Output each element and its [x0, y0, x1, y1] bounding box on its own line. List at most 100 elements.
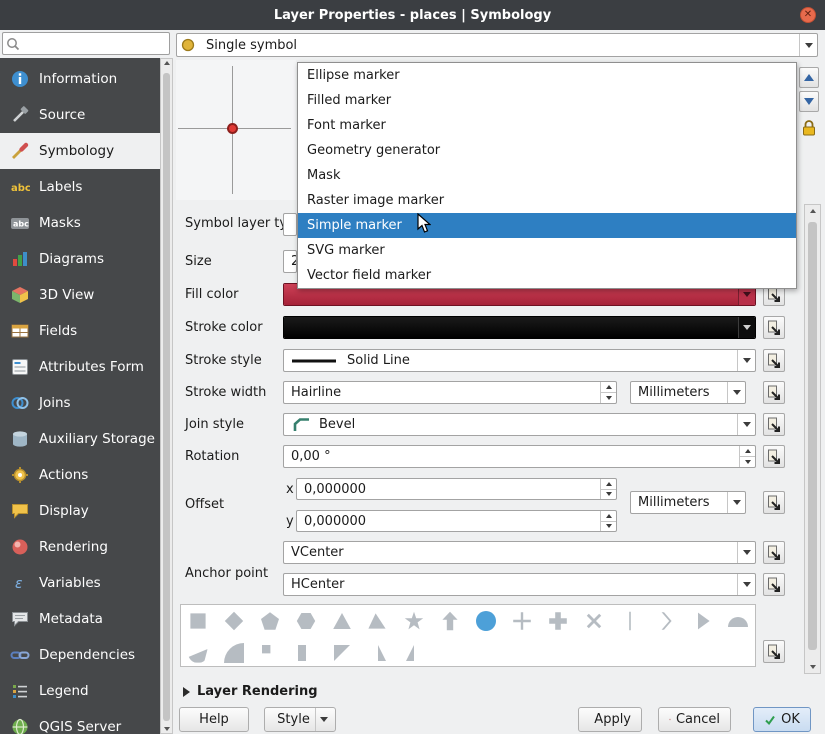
stroke-width-spinbox[interactable]: Hairline [283, 381, 617, 404]
renderer-combo[interactable]: Single symbol [176, 33, 818, 57]
dropdown-item-simple-marker[interactable]: Simple marker [298, 213, 796, 238]
shape-equilateral-triangle[interactable] [368, 611, 388, 631]
sidebar-item-legend[interactable]: Legend [0, 673, 160, 709]
move-layer-up-button[interactable] [799, 67, 819, 88]
dropdown-item-ellipse-marker[interactable]: Ellipse marker [298, 63, 796, 88]
spin-up-button[interactable] [601, 479, 616, 489]
anchor-horizontal-arrow[interactable] [737, 574, 755, 595]
anchor-vertical-arrow[interactable] [737, 542, 755, 563]
shape-quarter-circle[interactable] [224, 643, 244, 663]
stroke-style-arrow[interactable] [737, 350, 755, 371]
scroll-up-icon[interactable] [805, 209, 820, 213]
shape-third-circle[interactable] [188, 643, 208, 663]
spin-up-button[interactable] [740, 446, 755, 456]
stroke-width-spin-buttons[interactable] [600, 382, 616, 403]
stroke-style-combo[interactable]: Solid Line [283, 349, 756, 372]
shape-quarter-square[interactable] [260, 643, 280, 663]
shape-right-half-triangle[interactable] [368, 643, 388, 663]
data-defined-override-button[interactable] [763, 349, 785, 372]
lock-icon[interactable] [800, 119, 818, 137]
anchor-horizontal-combo[interactable]: HCenter [283, 573, 756, 596]
style-menu-arrow[interactable] [315, 708, 333, 731]
sidebar-item-fields[interactable]: Fields [0, 313, 160, 349]
data-defined-override-button[interactable] [763, 413, 785, 436]
data-defined-override-button[interactable] [763, 445, 785, 468]
stroke-color-button[interactable] [283, 316, 756, 339]
shape-circle-selected[interactable] [476, 611, 496, 631]
sidebar-item-variables[interactable]: ε Variables [0, 565, 160, 601]
layer-rendering-section[interactable]: Layer Rendering [197, 684, 318, 699]
shape-cross-fill[interactable] [548, 611, 568, 631]
sidebar-item-display[interactable]: Display [0, 493, 160, 529]
size-spinbox[interactable]: 2 [283, 250, 297, 273]
offset-unit-arrow[interactable] [727, 492, 745, 513]
shape-star[interactable] [404, 611, 424, 631]
stroke-color-dropdown-arrow[interactable] [738, 317, 755, 338]
titlebar[interactable]: Layer Properties - places | Symbology ✕ [0, 0, 825, 30]
rotation-spinbox[interactable]: 0,00 ° [283, 445, 756, 468]
sidebar-item-metadata[interactable]: Metadata [0, 601, 160, 637]
sidebar-item-source[interactable]: Source [0, 97, 160, 133]
sidebar-item-actions[interactable]: Actions [0, 457, 160, 493]
sidebar-scrollbar[interactable] [160, 58, 173, 734]
spin-down-button[interactable] [740, 456, 755, 467]
scrollbar-thumb[interactable] [808, 222, 817, 650]
shape-arrowhead[interactable] [656, 611, 676, 631]
scroll-up-icon[interactable] [161, 61, 172, 65]
shape-cross2[interactable] [584, 611, 604, 631]
spin-down-button[interactable] [601, 392, 616, 403]
offset-y-spinbox[interactable]: 0,000000 [296, 510, 617, 532]
sidebar-item-attributes-form[interactable]: Attributes Form [0, 349, 160, 385]
offset-x-spin-buttons[interactable] [600, 479, 616, 499]
shape-filled-arrowhead[interactable] [692, 611, 712, 631]
shape-half-square[interactable] [296, 643, 316, 663]
shape-line[interactable] [620, 611, 640, 631]
offset-y-spin-buttons[interactable] [600, 511, 616, 531]
symbol-layer-type-combo[interactable] [283, 213, 297, 236]
sidebar-item-qgis-server[interactable]: QGIS Server [0, 709, 160, 734]
join-style-arrow[interactable] [737, 414, 755, 435]
sidebar-item-auxiliary-storage[interactable]: Auxiliary Storage [0, 421, 160, 457]
collapse-arrow-icon[interactable] [183, 687, 190, 697]
anchor-vertical-combo[interactable]: VCenter [283, 541, 756, 564]
shape-diamond[interactable] [224, 611, 244, 631]
data-defined-override-button[interactable] [763, 541, 785, 564]
search-input[interactable] [23, 35, 169, 52]
shape-semi-circle[interactable] [728, 617, 748, 627]
spin-down-button[interactable] [601, 521, 616, 532]
data-defined-override-button[interactable] [763, 316, 785, 339]
apply-button[interactable]: Apply [578, 707, 642, 732]
spin-up-button[interactable] [601, 382, 616, 392]
spin-up-button[interactable] [601, 511, 616, 521]
data-defined-override-button[interactable] [763, 491, 785, 514]
sidebar-item-masks[interactable]: abc Masks [0, 205, 160, 241]
sidebar-item-labels[interactable]: abc Labels [0, 169, 160, 205]
shape-pentagon[interactable] [260, 611, 280, 631]
main-scrollbar[interactable] [804, 204, 821, 674]
offset-x-spinbox[interactable]: 0,000000 [296, 478, 617, 500]
ok-button[interactable]: OK [753, 707, 811, 732]
cancel-button[interactable]: Cancel [658, 707, 731, 732]
sidebar-item-information[interactable]: Information [0, 61, 160, 97]
stroke-width-unit-arrow[interactable] [727, 382, 745, 403]
data-defined-override-button[interactable] [763, 381, 785, 404]
dropdown-item-filled-marker[interactable]: Filled marker [298, 88, 796, 113]
offset-unit-combo[interactable]: Millimeters [630, 491, 746, 514]
shape-triangle[interactable] [332, 611, 352, 631]
scrollbar-thumb[interactable] [163, 73, 170, 721]
spin-down-button[interactable] [601, 489, 616, 500]
shape-diagonal-half-square[interactable] [332, 643, 352, 663]
sidebar-item-3d-view[interactable]: 3D View [0, 277, 160, 313]
renderer-combo-arrow[interactable] [799, 34, 817, 56]
style-button[interactable]: Style [264, 707, 336, 732]
shape-left-half-triangle[interactable] [404, 643, 424, 663]
join-style-combo[interactable]: Bevel [283, 413, 756, 436]
sidebar-item-joins[interactable]: Joins [0, 385, 160, 421]
dropdown-item-mask[interactable]: Mask [298, 163, 796, 188]
properties-search-box[interactable] [2, 32, 170, 55]
shape-cross[interactable] [512, 611, 532, 631]
move-layer-down-button[interactable] [799, 91, 819, 112]
rotation-spin-buttons[interactable] [739, 446, 755, 467]
scroll-down-icon[interactable] [161, 727, 172, 731]
dropdown-item-raster-image-marker[interactable]: Raster image marker [298, 188, 796, 213]
